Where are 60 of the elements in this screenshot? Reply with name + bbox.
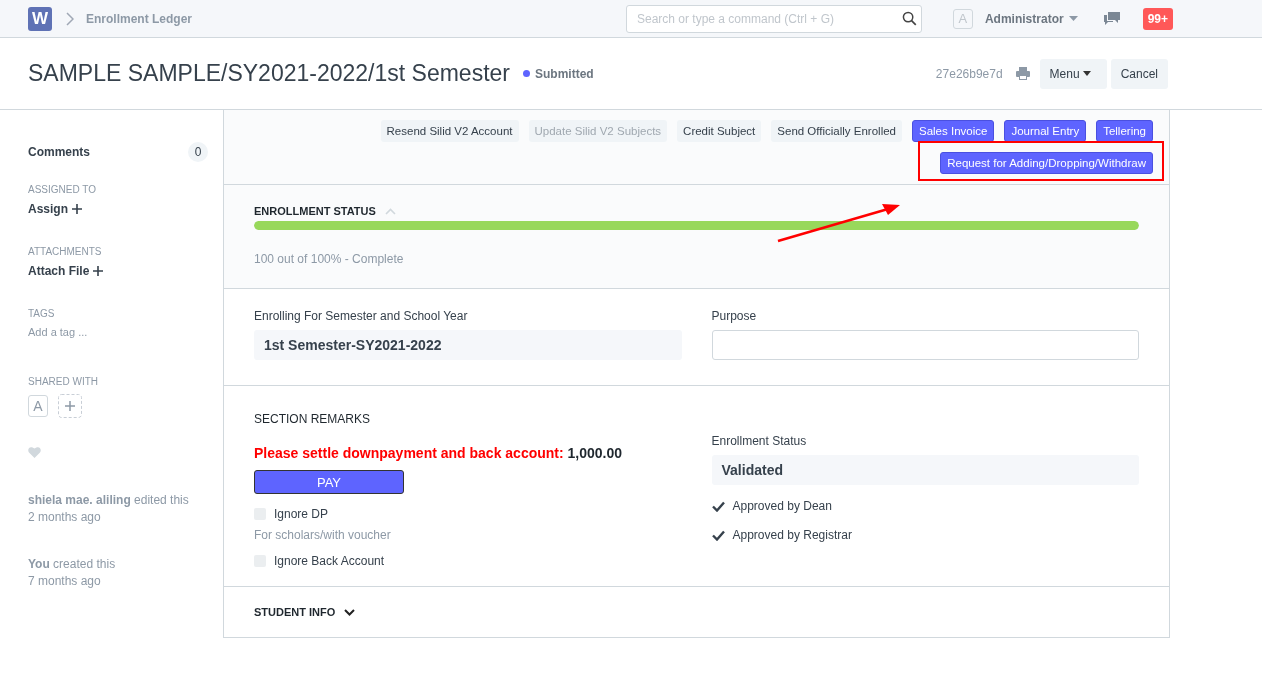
section-heading: SHARED WITH <box>28 376 98 387</box>
plus-icon <box>72 204 82 214</box>
caret-icon <box>1082 71 1091 76</box>
comments-label: Comments <box>28 145 90 159</box>
user-menu[interactable]: Administrator <box>984 11 1078 26</box>
section-heading: TAGS <box>28 308 55 319</box>
action-button[interactable]: Resend Silid V2 Account <box>380 120 519 142</box>
action-button[interactable]: Journal Entry <box>1004 120 1087 142</box>
timeline-time: 2 months ago <box>28 509 102 526</box>
notification-badge[interactable]: 99+ <box>1142 7 1173 30</box>
pay-button[interactable]: PAY <box>254 470 404 494</box>
progress-caption: 100 out of 100% - Complete <box>254 252 405 266</box>
field-description: For scholars/with voucher <box>254 528 392 542</box>
field-label: Enrollment Status <box>711 434 808 448</box>
breadcrumb-link[interactable]: Enrollment Ledger <box>86 11 192 26</box>
payment-warning: Please settle downpayment and back account: 1,000.00 <box>254 445 624 461</box>
section-title: ENROLLMENT STATUS <box>254 205 376 217</box>
checkbox-label: Ignore Back Account <box>274 554 385 568</box>
action-button[interactable]: Credit Subject <box>677 120 762 142</box>
add-tag-field[interactable]: Add a tag ... <box>28 326 88 338</box>
document-id: 27e26b9e7d <box>935 66 1003 81</box>
checkbox-label: Ignore DP <box>274 507 329 521</box>
field-value: 1st Semester-SY2021-2022 <box>254 330 682 360</box>
field-value: Validated <box>711 455 1139 485</box>
chevron-right-icon <box>66 11 74 26</box>
caret-icon <box>1068 16 1078 21</box>
action-button[interactable]: Request for Adding/Dropping/Withdraw <box>940 152 1153 174</box>
add-icon[interactable] <box>58 394 82 418</box>
field-label: Enrolling For Semester and School Year <box>254 309 469 323</box>
user-avatar[interactable]: A <box>28 395 48 417</box>
timeline-entry: You created this <box>28 556 116 573</box>
heart-icon[interactable] <box>28 446 41 458</box>
timeline-time: 7 months ago <box>28 573 102 590</box>
section-heading: ATTACHMENTS <box>28 246 102 257</box>
section-heading: ASSIGNED TO <box>28 184 96 195</box>
action-button[interactable]: Send Officially Enrolled <box>771 120 902 142</box>
search-field[interactable]: Search or type a command (Ctrl + G) <box>625 4 922 33</box>
input-field[interactable] <box>711 330 1139 360</box>
approval-label: Approved by Dean <box>732 499 832 513</box>
status-indicator: Submitted <box>522 66 594 81</box>
assign-link[interactable]: Assign <box>28 202 82 216</box>
menu-button[interactable]: Menu <box>1039 58 1107 89</box>
timeline-entry: shiela mae. aliling edited this <box>28 492 189 509</box>
approval-label: Approved by Registrar <box>732 528 852 542</box>
search-icon <box>901 10 917 26</box>
chat-icon[interactable] <box>1102 11 1121 26</box>
chevron-down-icon[interactable] <box>344 608 356 616</box>
chevron-up-icon[interactable] <box>384 207 396 215</box>
plus-icon <box>93 266 104 276</box>
attach-file-link[interactable]: Attach File <box>28 264 104 278</box>
print-icon[interactable] <box>1015 67 1030 80</box>
section-title: SECTION REMARKS <box>254 412 371 426</box>
comment-count: 0 <box>188 142 208 162</box>
action-button[interactable]: Sales Invoice <box>912 120 995 142</box>
section-title[interactable]: STUDENT INFO <box>254 606 336 618</box>
cancel-button[interactable]: Cancel <box>1110 58 1168 89</box>
field-label: Purpose <box>711 309 758 323</box>
page-title: SAMPLE SAMPLE/SY2021-2022/1st Semester <box>28 60 510 87</box>
action-button[interactable]: Tellering <box>1096 120 1153 142</box>
app-logo[interactable]: W <box>28 6 52 31</box>
